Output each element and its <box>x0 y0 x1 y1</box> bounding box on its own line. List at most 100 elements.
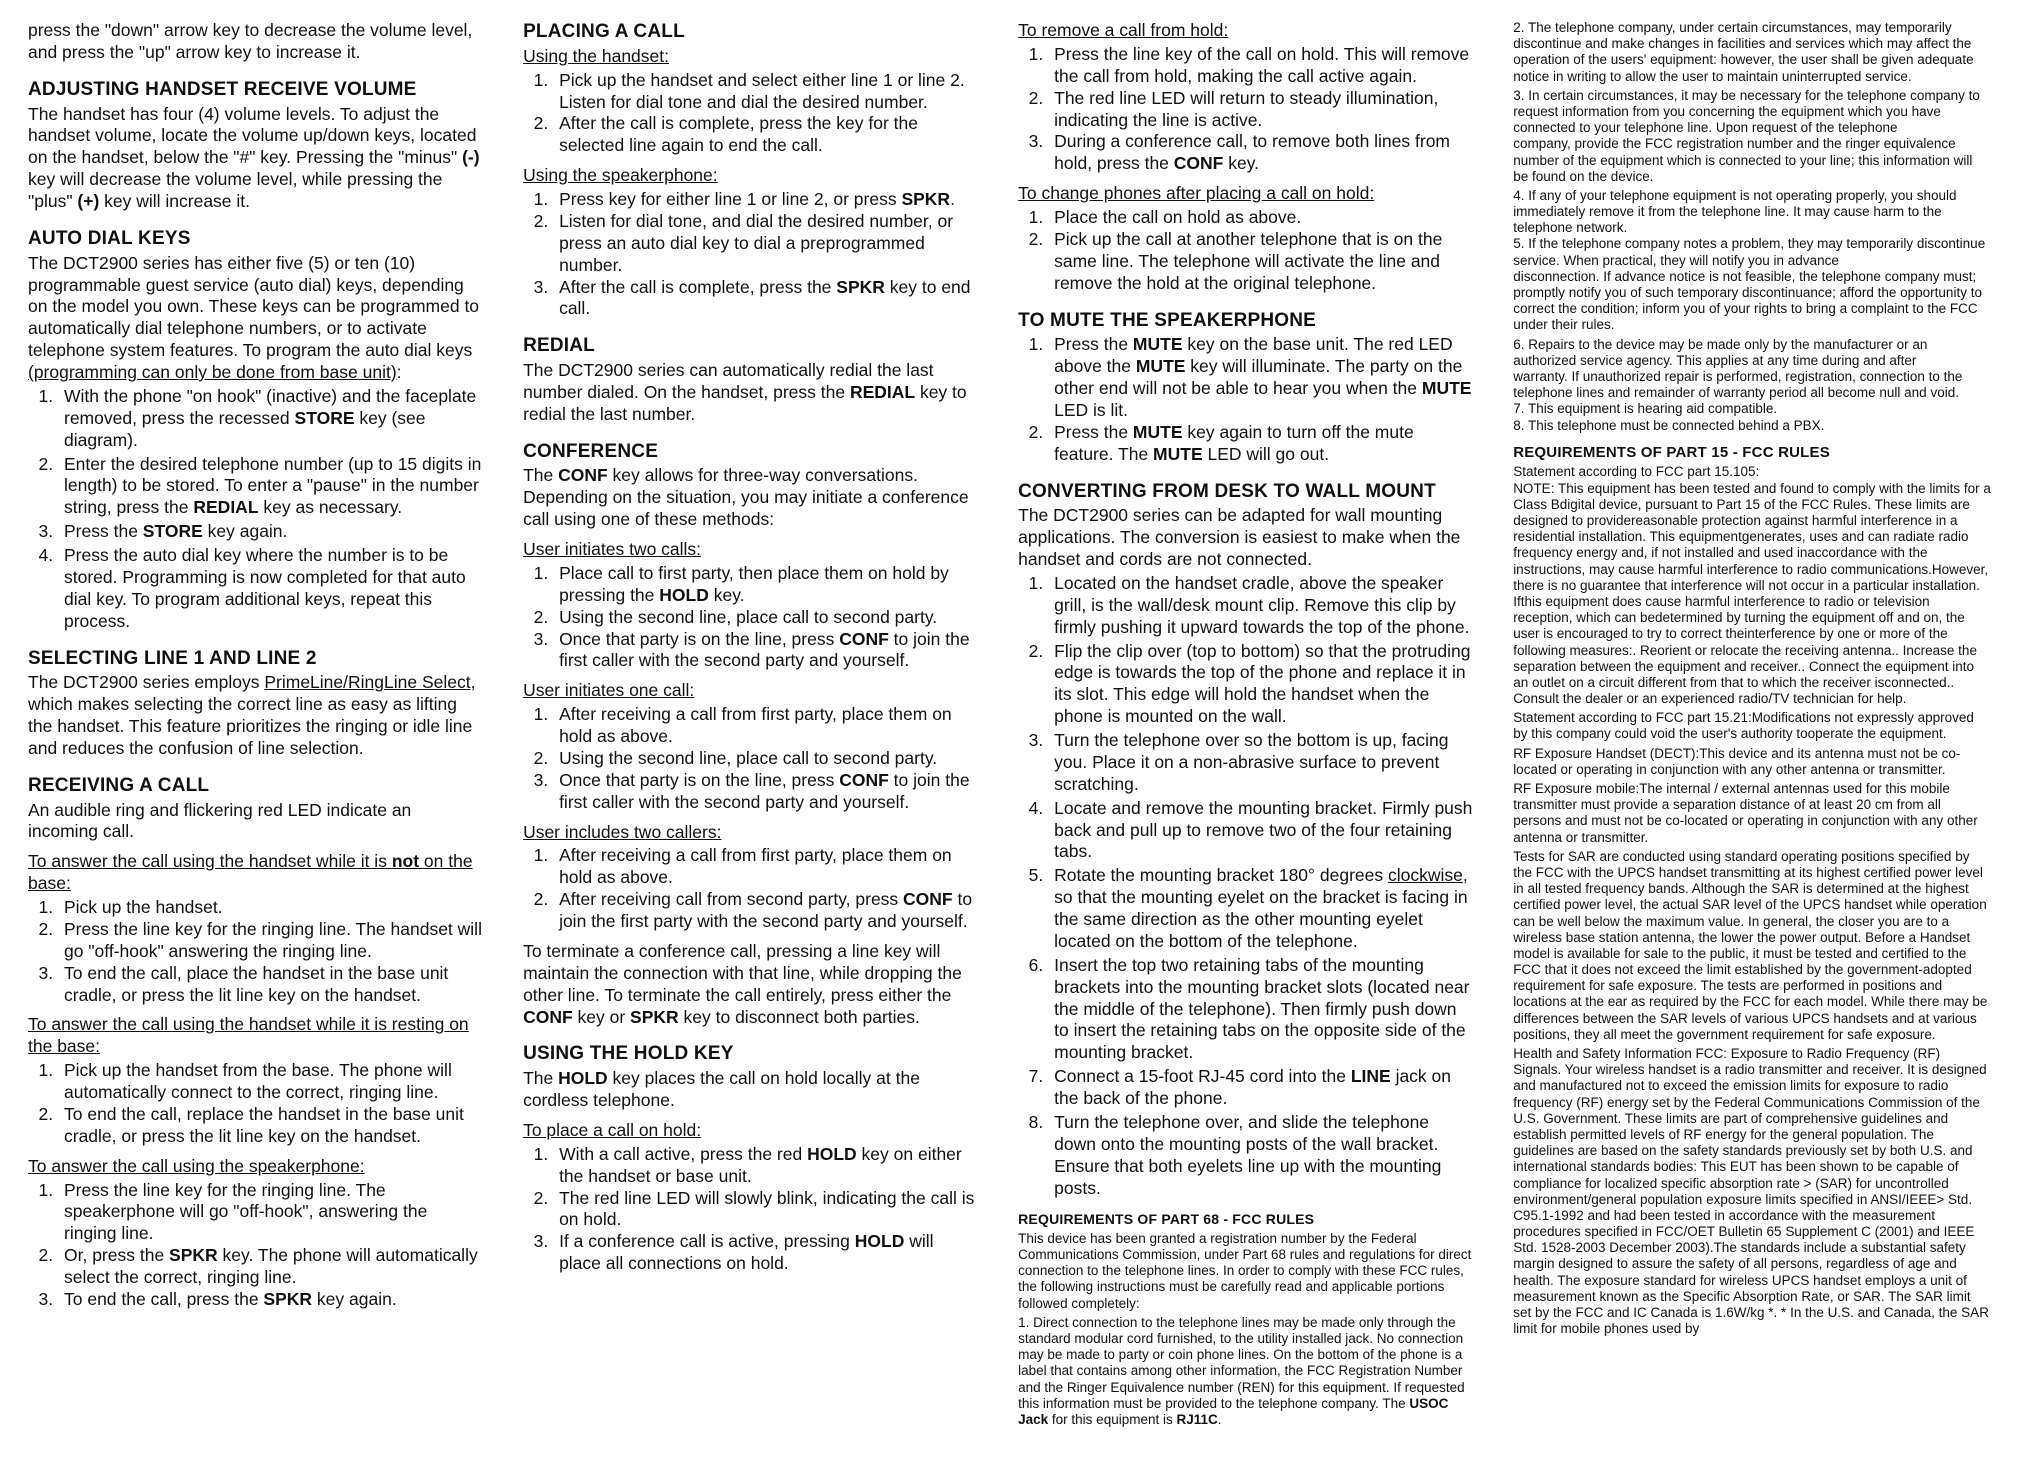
key-conf: CONF <box>839 629 889 649</box>
key-conf: CONF <box>839 770 889 790</box>
subhead-using-handset: Using the handset: <box>523 46 978 68</box>
list-item: If a conference call is active, pressing… <box>553 1231 978 1275</box>
list-item: After receiving a call from first party,… <box>553 704 978 748</box>
text: key as necessary. <box>259 497 403 517</box>
key-spkr: SPKR <box>836 277 885 297</box>
text: . <box>950 189 955 209</box>
key-hold: HOLD <box>807 1144 857 1164</box>
select-line-text: The DCT2900 series employs PrimeLine/Rin… <box>28 672 483 760</box>
text: To end the call, press the <box>64 1289 263 1309</box>
list-item: Using the second line, place call to sec… <box>553 607 978 629</box>
heading-placing: PLACING A CALL <box>523 20 978 44</box>
list-item: Pick up the call at another telephone th… <box>1048 229 1473 295</box>
text: : <box>397 362 402 382</box>
manual-page: press the "down" arrow key to decrease t… <box>0 0 2019 1471</box>
key-mute: MUTE <box>1133 334 1183 354</box>
text: Once that party is on the line, press <box>559 770 839 790</box>
key-hold: HOLD <box>659 585 709 605</box>
text: The DCT2900 series employs <box>28 672 264 692</box>
key-store: STORE <box>295 408 355 428</box>
req68-item1: 1. Direct connection to the telephone li… <box>1018 1315 1473 1428</box>
list-item: To end the call, place the handset in th… <box>58 963 483 1007</box>
subhead-answer-handset-on-base: To answer the call using the handset whi… <box>28 1014 483 1058</box>
list-item: Place call to first party, then place th… <box>553 563 978 607</box>
key-hold: HOLD <box>855 1231 905 1251</box>
bold-not: not <box>392 851 419 871</box>
list-item: Enter the desired telephone number (up t… <box>58 454 483 520</box>
list-item: Press key for either line 1 or line 2, o… <box>553 189 978 211</box>
key-spkr: SPKR <box>263 1289 312 1309</box>
text: key again. <box>203 521 288 541</box>
text: Press the <box>1054 422 1133 442</box>
text: key will increase it. <box>99 191 250 211</box>
key-conf: CONF <box>558 465 608 485</box>
text: LED will go out. <box>1203 444 1329 464</box>
key-spkr: SPKR <box>169 1245 218 1265</box>
subhead-place-on-hold: To place a call on hold: <box>523 1120 978 1142</box>
req68-item4: 4. If any of your telephone equipment is… <box>1513 188 1991 237</box>
text: Connect a 15-foot RJ-45 cord into the <box>1054 1066 1351 1086</box>
key-mute: MUTE <box>1133 422 1183 442</box>
text: LED is lit. <box>1054 400 1128 420</box>
placing-speaker-steps: Press key for either line 1 or line 2, o… <box>523 189 978 320</box>
text: . <box>1218 1412 1222 1427</box>
heading-receiving: RECEIVING A CALL <box>28 774 483 798</box>
heading-req68: REQUIREMENTS OF PART 68 - FCC RULES <box>1018 1211 1473 1229</box>
answer-steps-3: Press the line key for the ringing line.… <box>28 1180 483 1311</box>
key-conf: CONF <box>903 889 953 909</box>
list-item: Or, press the SPKR key. The phone will a… <box>58 1245 483 1289</box>
key-mute: MUTE <box>1153 444 1203 464</box>
text: The handset has four (4) volume levels. … <box>28 104 476 168</box>
key-plus: (+) <box>77 191 99 211</box>
key-hold: HOLD <box>558 1068 608 1088</box>
list-item: Press the MUTE key on the base unit. The… <box>1048 334 1473 422</box>
heading-hold: USING THE HOLD KEY <box>523 1042 978 1066</box>
list-item: The red line LED will return to steady i… <box>1048 88 1473 132</box>
list-item: Using the second line, place call to sec… <box>553 748 978 770</box>
heading-select-line: SELECTING LINE 1 AND LINE 2 <box>28 647 483 671</box>
heading-adjust-volume: ADJUSTING HANDSET RECEIVE VOLUME <box>28 78 483 102</box>
rf-exposure-handset: RF Exposure Handset (DECT):This device a… <box>1513 746 1991 778</box>
list-item: Press the MUTE key again to turn off the… <box>1048 422 1473 466</box>
key-store: STORE <box>143 521 203 541</box>
answer-steps-2: Pick up the handset from the base. The p… <box>28 1060 483 1148</box>
subhead-remove-hold: To remove a call from hold: <box>1018 20 1473 42</box>
list-item: Pick up the handset from the base. The p… <box>58 1060 483 1104</box>
key-redial: REDIAL <box>850 382 915 402</box>
placing-handset-steps: Pick up the handset and select either li… <box>523 70 978 158</box>
text: After the call is complete, press the <box>559 277 836 297</box>
text: Press key for either line 1 or line 2, o… <box>559 189 901 209</box>
conf-steps-3: After receiving a call from first party,… <box>523 845 978 933</box>
subhead-answer-handset-not-on-base: To answer the call using the handset whi… <box>28 851 483 895</box>
underline-text: PrimeLine/RingLine Select <box>264 672 470 692</box>
key-redial: REDIAL <box>193 497 258 517</box>
req68-item3a: 3. In certain circumstances, it may be n… <box>1513 88 1991 137</box>
req68-item6a: 6. Repairs to the device may be made onl… <box>1513 337 1991 369</box>
list-item: With a call active, press the red HOLD k… <box>553 1144 978 1188</box>
convert-text: The DCT2900 series can be adapted for wa… <box>1018 505 1473 571</box>
autodial-text: The DCT2900 series has either five (5) o… <box>28 253 483 384</box>
text: Place call to first party, then place th… <box>559 563 949 605</box>
answer-steps-1: Pick up the handset. Press the line key … <box>28 897 483 1006</box>
req68-item8: 8. This telephone must be connected behi… <box>1513 418 1991 434</box>
list-item: Connect a 15-foot RJ-45 cord into the LI… <box>1048 1066 1473 1110</box>
column-1: press the "down" arrow key to decrease t… <box>28 20 483 1431</box>
list-item: Insert the top two retaining tabs of the… <box>1048 955 1473 1064</box>
list-item: After receiving a call from first party,… <box>553 845 978 889</box>
subhead-user-two-calls: User initiates two calls: <box>523 539 978 561</box>
key-conf: CONF <box>1174 153 1224 173</box>
list-item: Once that party is on the line, press CO… <box>553 629 978 673</box>
key-minus: (-) <box>462 147 479 167</box>
req68-item2: 2. The telephone company, under certain … <box>1513 20 1991 85</box>
text: Once that party is on the line, press <box>559 629 839 649</box>
req68-item6b: warranty. If unauthorized repair is perf… <box>1513 369 1991 401</box>
list-item: Press the line key for the ringing line.… <box>58 919 483 963</box>
list-item: Pick up the handset. <box>58 897 483 919</box>
text: To answer the call using the handset whi… <box>28 851 392 871</box>
key-conf: CONF <box>523 1007 573 1027</box>
subhead-answer-speakerphone: To answer the call using the speakerphon… <box>28 1156 483 1178</box>
subhead-user-two-callers: User includes two callers: <box>523 822 978 844</box>
text: key. <box>1223 153 1259 173</box>
heading-conference: CONFERENCE <box>523 440 978 464</box>
key-spkr: SPKR <box>630 1007 679 1027</box>
